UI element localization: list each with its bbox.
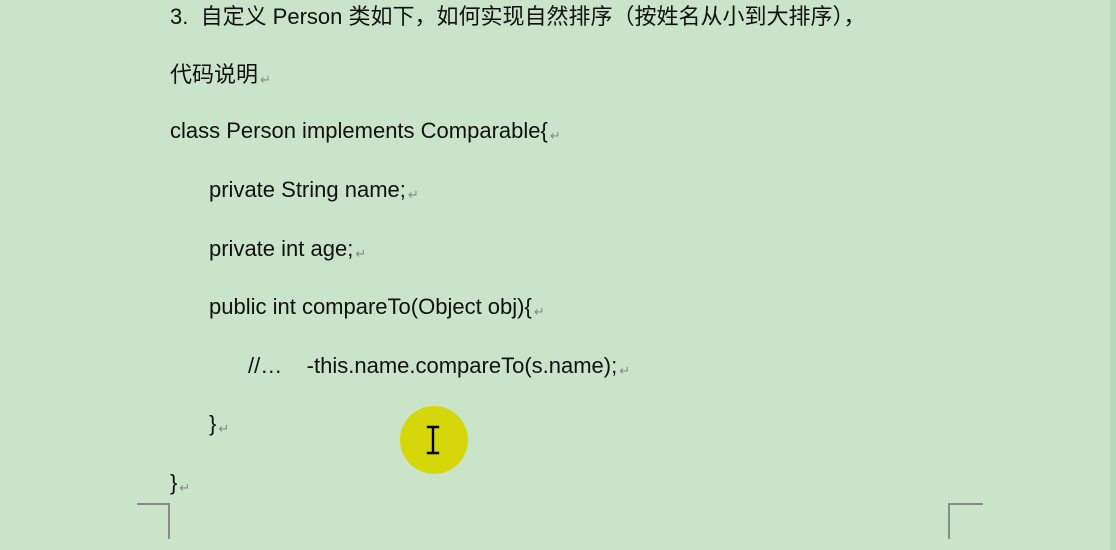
class-declaration: class Person implements Comparable{ bbox=[170, 118, 548, 143]
compare-method-line[interactable]: public int compareTo(Object obj){↵ bbox=[209, 292, 545, 327]
age-field-line[interactable]: private int age; ↵ bbox=[209, 234, 366, 269]
question-line[interactable]: 3. 自定义 Person 类如下，如何实现自然排序（按姓名从小到大排序）， bbox=[170, 2, 866, 32]
method-body-code: //… -this.name.compareTo(s.name); bbox=[248, 353, 618, 378]
method-close-brace-line[interactable]: } ↵ bbox=[209, 409, 229, 444]
page-margin-corner-right bbox=[948, 503, 983, 539]
paragraph-mark-icon: ↵ bbox=[260, 72, 271, 87]
code-explanation-label-line[interactable]: 代码说明 ↵ bbox=[170, 60, 271, 95]
paragraph-mark-icon: ↵ bbox=[179, 480, 191, 495]
question-text: 3. 自定义 Person 类如下，如何实现自然排序（按姓名从小到大排序）， bbox=[170, 4, 866, 29]
text-cursor-icon bbox=[426, 425, 440, 455]
paragraph-mark-icon: ↵ bbox=[355, 246, 367, 261]
name-field: private String name; bbox=[209, 177, 406, 202]
paragraph-mark-icon: ↵ bbox=[549, 128, 561, 143]
name-field-line[interactable]: private String name; ↵ bbox=[209, 175, 419, 210]
paragraph-mark-icon: ↵ bbox=[619, 363, 631, 378]
paragraph-mark-icon: ↵ bbox=[533, 304, 545, 319]
method-body-line[interactable]: //… -this.name.compareTo(s.name); ↵ bbox=[248, 351, 630, 386]
document-page[interactable]: 3. 自定义 Person 类如下，如何实现自然排序（按姓名从小到大排序）， 代… bbox=[0, 0, 1116, 550]
code-explanation-label: 代码说明 bbox=[170, 62, 259, 87]
class-declaration-line[interactable]: class Person implements Comparable{↵ bbox=[170, 116, 561, 151]
class-close-brace: } bbox=[170, 470, 178, 495]
window-right-edge bbox=[1110, 0, 1116, 550]
page-margin-corner-left bbox=[137, 503, 170, 539]
paragraph-mark-icon: ↵ bbox=[218, 421, 230, 436]
method-close-brace: } bbox=[209, 411, 217, 436]
paragraph-mark-icon: ↵ bbox=[407, 187, 419, 202]
compare-method-signature: public int compareTo(Object obj){ bbox=[209, 294, 532, 319]
age-field: private int age; bbox=[209, 236, 354, 261]
class-close-brace-line[interactable]: } ↵ bbox=[170, 468, 190, 503]
